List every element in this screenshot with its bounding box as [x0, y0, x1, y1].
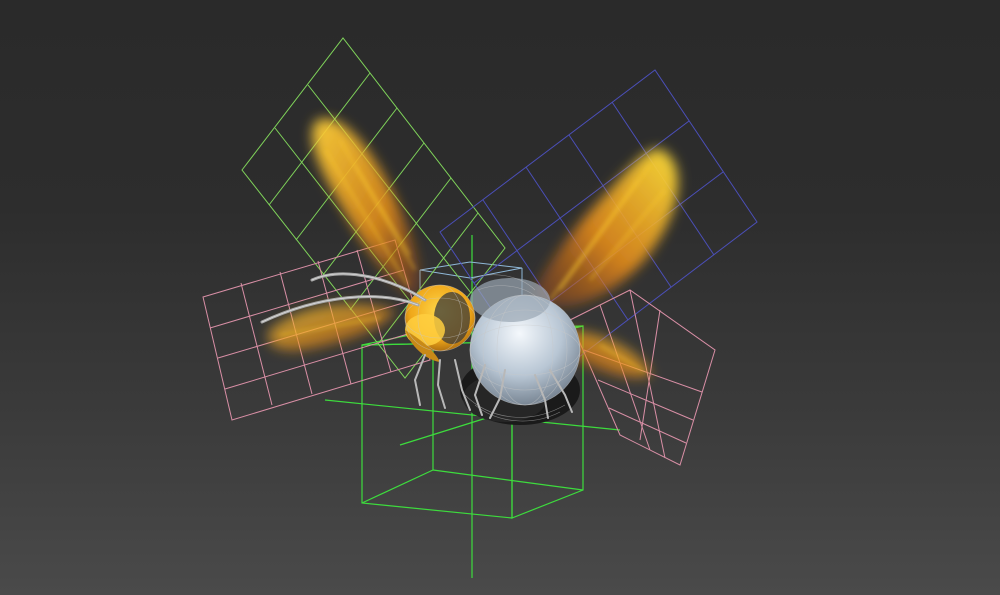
wing-plane-lower-right[interactable] [569, 289, 716, 466]
head [405, 285, 475, 362]
3d-viewport[interactable] [0, 0, 1000, 595]
wing-upper-left [312, 118, 420, 300]
scene-canvas[interactable] [0, 0, 1000, 595]
